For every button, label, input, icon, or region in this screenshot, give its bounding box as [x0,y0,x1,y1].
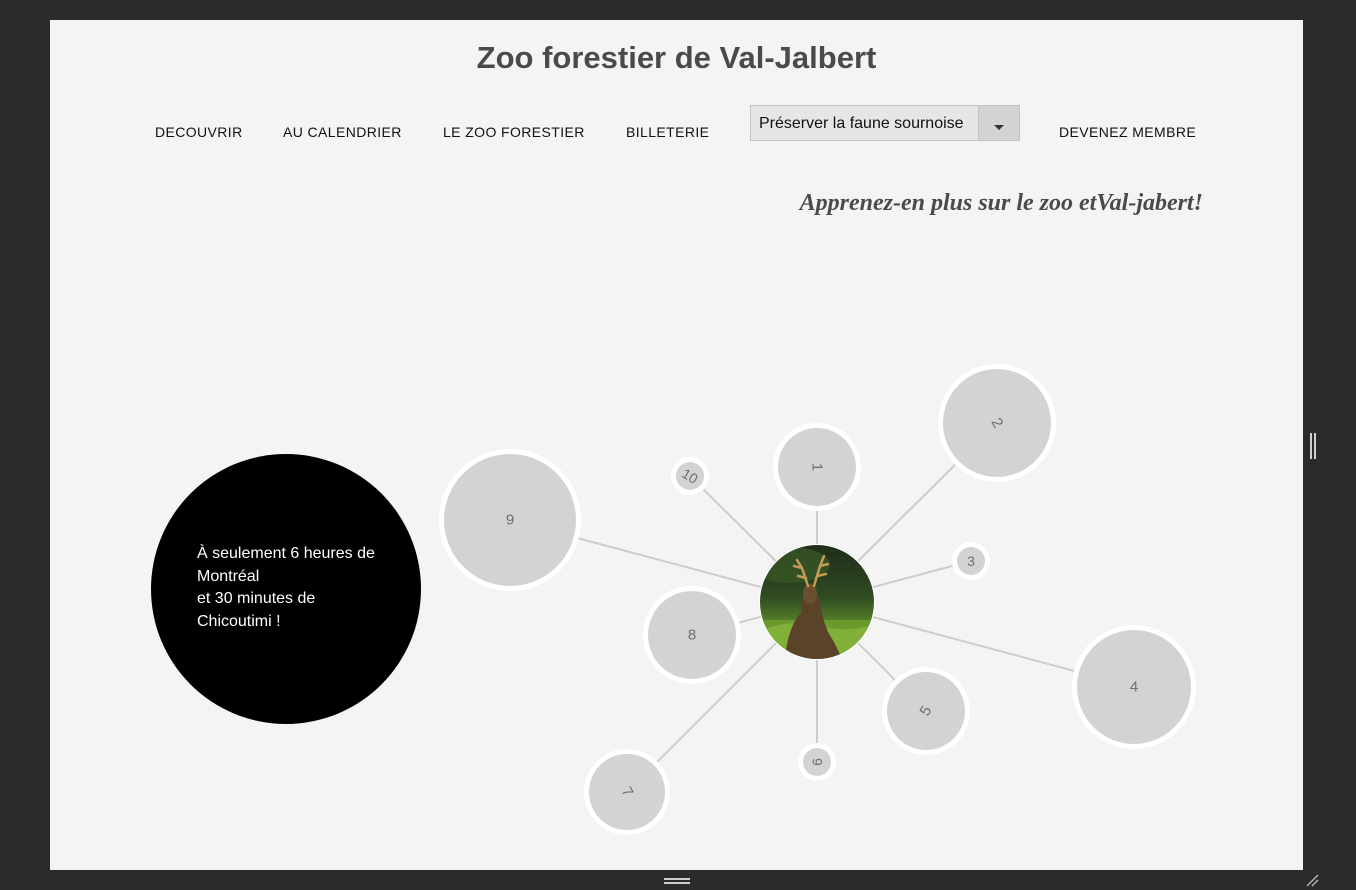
bubble-label: 3 [967,553,975,569]
resize-corner-icon[interactable] [1305,873,1319,887]
info-line-1: À seulement 6 heures de [197,545,375,562]
info-line-4: Chicoutimi ! [197,612,281,630]
bubble-node-9[interactable]: 9 [439,449,581,591]
page-container: Zoo forestier de Val-Jalbert DECOUVRIR A… [50,20,1303,870]
bubble-node-4[interactable]: 4 [1072,625,1196,749]
bubble-node-8[interactable]: 8 [643,586,741,684]
bubble-label: 4 [1130,679,1138,696]
bubble-graph: 1 2 3 4 5 6 7 8 9 10 [439,364,1196,835]
bubble-node-5[interactable]: 5 [882,667,970,755]
info-circle-text: À seulement 6 heures de Montréal et 30 m… [197,543,397,633]
horizontal-resize-handle[interactable] [664,878,690,884]
bubble-node-6[interactable]: 6 [798,743,836,781]
bubble-node-1[interactable]: 1 [773,423,861,511]
info-circle: À seulement 6 heures de Montréal et 30 m… [151,454,421,724]
bubble-label: 9 [506,512,514,529]
bubble-label: 8 [688,627,696,644]
bubble-node-2[interactable]: 2 [938,364,1056,482]
bubble-node-10[interactable]: 10 [671,457,709,495]
bubble-label: 6 [809,758,825,766]
info-line-3: et 30 minutes de [197,590,316,607]
bubble-label: 1 [809,463,826,471]
bubble-node-7[interactable]: 7 [584,749,670,835]
vertical-resize-handle[interactable] [1310,433,1316,459]
info-line-2: Montréal [197,567,260,585]
bubble-node-3[interactable]: 3 [952,542,990,580]
